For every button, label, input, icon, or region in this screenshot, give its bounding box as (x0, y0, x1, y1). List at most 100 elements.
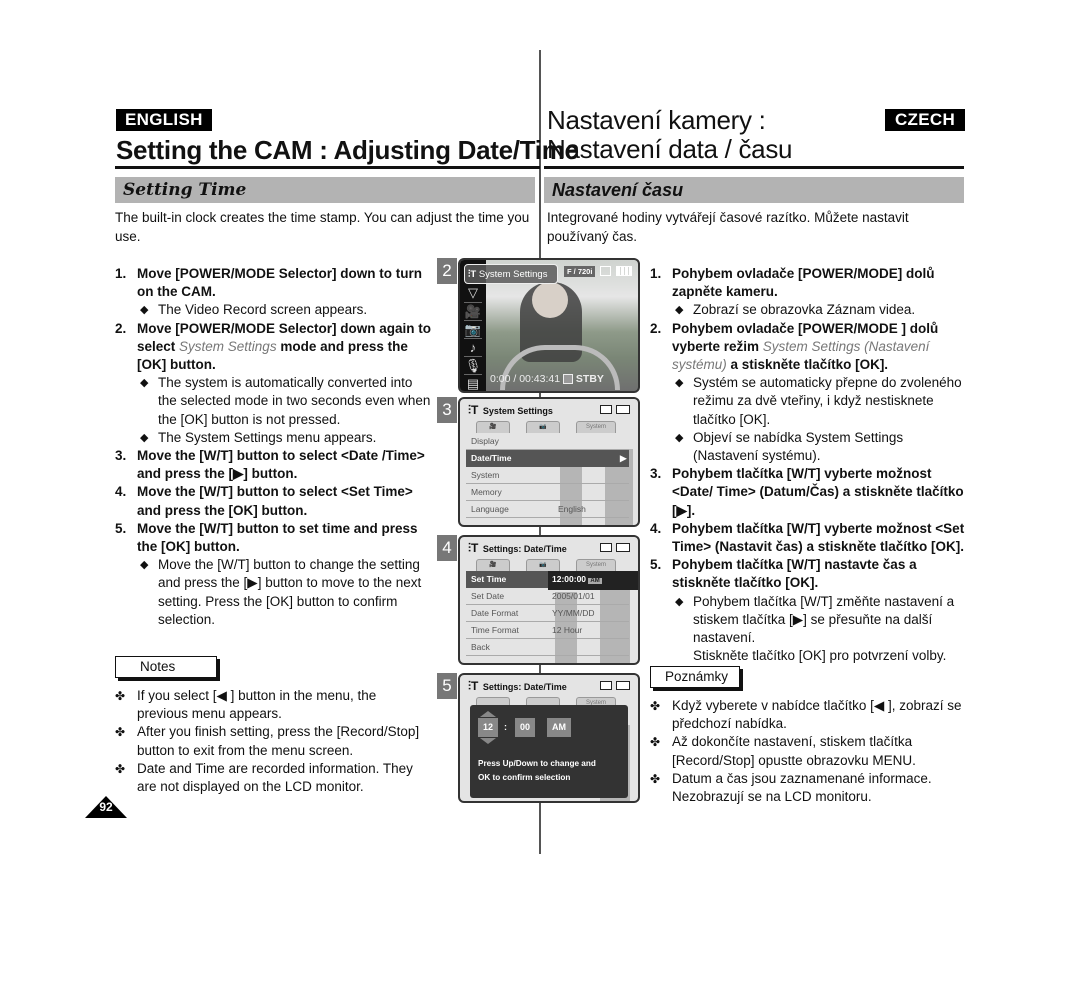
page-title-czech-line1: Nastavení kamery : (547, 105, 766, 135)
subitem-text: Zobrazí se obrazovka Záznam videa. (693, 302, 916, 318)
step-number: 3. (650, 466, 662, 482)
step-item: 3. Move the [W/T] button to select <Date … (115, 447, 433, 483)
diamond-bullet-icon: ◆ (675, 431, 684, 444)
screen-system-settings-menu: ⫶T System Settings 🎥 📷 System Display Da… (458, 397, 640, 527)
step-text: Move [POWER/MODE Selector] down again to… (137, 320, 433, 375)
standby-status: STBY (575, 373, 604, 385)
note-text: If you select [◀ ] button in the menu, t… (137, 688, 377, 722)
music-note-icon: ♪ (464, 338, 482, 357)
menu-item-value: 12 Hour (552, 625, 583, 635)
instruction-line: OK to confirm selection (478, 773, 571, 782)
step-item: 5. Move the [W/T] button to set time and … (115, 520, 433, 556)
step-item: 4. Move the [W/T] button to select <Set T… (115, 483, 433, 519)
screen-set-time-dialog: ⫶T Settings: Date/Time System 12 : 00 AM… (458, 673, 640, 803)
memory-card-icon (600, 681, 612, 690)
menu-item-value: YY/MM/DD (552, 608, 595, 618)
clover-bullet-icon: ✤ (650, 735, 661, 750)
tab-video[interactable]: 🎥 (476, 421, 510, 433)
step-text: Pohybem tlačítka [W/T] nastavte čas a st… (672, 557, 917, 591)
step-subitem-continuation: Stiskněte tlačítko [OK] pro potvrzení vo… (693, 648, 947, 664)
am-pm-field[interactable]: AM (547, 718, 571, 737)
step-item: 2. Move [POWER/MODE Selector] down again … (115, 320, 433, 375)
menu-item-set-time[interactable]: Set Time 12:00:00 AM (466, 571, 638, 590)
note-text: Datum a čas jsou zaznamenané informace. … (672, 770, 932, 805)
steps-list-czech: 1. Pohybem ovladače [POWER/MODE] dolů zap… (650, 265, 968, 665)
step-number: 5. (650, 557, 662, 573)
page-title-english: Setting the CAM : Adjusting Date/Time (116, 135, 579, 165)
voice-mic-icon: 🎙 (464, 356, 482, 373)
step-subitem: ◆ Move the [W/T] button to change the set… (115, 556, 433, 629)
screen-step-badge: 2 (437, 258, 457, 284)
step-text: Pohybem ovladače [POWER/MODE] dolů zapně… (672, 266, 935, 300)
diamond-bullet-icon: ◆ (140, 304, 149, 317)
intro-text-english: The built-in clock creates the time stam… (115, 210, 530, 244)
tab-photo[interactable]: 📷 (526, 421, 560, 433)
menu-item-memory[interactable]: Memory (466, 484, 629, 501)
time-counter: 0:00 / 00:43:41 (490, 373, 561, 385)
settings-icon: ⫶T (468, 403, 479, 417)
note-item: ✤ Date and Time are recorded information.… (115, 760, 430, 796)
menu-item-set-date[interactable]: Set Date 2005/01/01 (466, 588, 629, 605)
menu-item-date-format[interactable]: Date Format YY/MM/DD (466, 605, 629, 622)
section-heading-english: Setting Time (115, 177, 535, 203)
tab-photo[interactable]: 📷 (526, 559, 560, 571)
menu-item-label: Display (471, 436, 499, 446)
mode-label-text: System Settings (478, 269, 548, 280)
menu-item-label: Time Format (471, 625, 519, 635)
intro-text-czech: Integrované hodiny vytvářejí časové razí… (547, 210, 909, 244)
am-pm-badge: AM (588, 578, 602, 584)
menu-item-display[interactable]: Display (466, 433, 629, 450)
subitem-text: The system is automatically converted in… (158, 375, 431, 427)
subitem-text: Pohybem tlačítka [W/T] změňte nastavení … (693, 593, 955, 646)
memory-card-icon (600, 266, 611, 276)
step-number: 2. (650, 320, 662, 336)
step-item: 5. Pohybem tlačítka [W/T] nastavte čas a … (650, 556, 968, 592)
diamond-bullet-icon: ◆ (675, 377, 684, 390)
menu-item-date-time[interactable]: Date/Time ▶ (466, 450, 629, 467)
tab-video[interactable]: 🎥 (476, 559, 510, 571)
note-item: ✤ If you select [◀ ] button in the menu, … (115, 687, 430, 723)
document-icon: ▤ (464, 374, 482, 391)
step-text: Pohybem tlačítka [W/T] vyberte možnost <… (672, 520, 965, 555)
note-text: After you finish setting, press the [Rec… (137, 724, 420, 758)
screen-date-time-settings: ⫶T Settings: Date/Time 🎥 📷 System Set Ti… (458, 535, 640, 665)
step-item: 1. Pohybem ovladače [POWER/MODE] dolů zap… (650, 265, 968, 301)
record-status-bar: 0:00 / 00:43:41 STBY (490, 373, 604, 385)
note-text: Až dokončíte nastavení, stiskem tlačítka… (672, 734, 916, 768)
arrow-up-icon[interactable] (480, 711, 496, 717)
menu-title: Settings: Date/Time (482, 682, 567, 692)
memory-card-icon (600, 405, 612, 414)
chevron-right-icon: ▶ (620, 453, 627, 463)
menu-item-label: Language (471, 504, 509, 514)
step-text: Move the [W/T] button to set time and pr… (137, 520, 418, 555)
status-icons (600, 543, 630, 552)
subitem-text: The System Settings menu appears. (158, 429, 377, 445)
page-number: 92 (99, 800, 113, 814)
tab-system[interactable]: System (576, 421, 616, 433)
czech-language-badge: CZECH (885, 109, 965, 131)
minute-field[interactable]: 00 (515, 718, 535, 737)
menu-item-time-format[interactable]: Time Format 12 Hour (466, 622, 629, 639)
tab-system[interactable]: System (576, 559, 616, 571)
menu-item-value: 2005/01/01 (552, 591, 595, 601)
photo-child-face (532, 282, 568, 318)
step-text: Pohybem ovladače [POWER/MODE ] dolů vybe… (672, 320, 968, 375)
menu-item-language[interactable]: Language English (466, 501, 629, 518)
screen-step-badge: 3 (437, 397, 457, 423)
step-subitem: ◆ Pohybem tlačítka [W/T] změňte nastavení… (650, 593, 968, 648)
diamond-bullet-icon: ◆ (675, 304, 684, 317)
menu-item-system[interactable]: System (466, 467, 629, 484)
menu-item-back[interactable]: Back (466, 639, 629, 656)
step-text-part: a stiskněte tlačítko [OK]. (726, 357, 889, 373)
hour-field[interactable]: 12 (478, 718, 498, 737)
section-heading-czech: Nastavení času (544, 177, 964, 203)
menu-item-label: Date Format (471, 608, 519, 618)
note-item: ✤ After you finish setting, press the [Re… (115, 723, 430, 759)
status-icons (600, 405, 630, 414)
arrow-down-icon[interactable] (480, 738, 496, 744)
menu-item-label: Memory (471, 487, 502, 497)
subitem-text: Objeví se nabídka System Settings (Nasta… (693, 429, 904, 464)
battery-icon (616, 543, 630, 552)
diamond-bullet-icon: ◆ (140, 377, 149, 390)
menu-item-label: Set Date (471, 591, 505, 601)
